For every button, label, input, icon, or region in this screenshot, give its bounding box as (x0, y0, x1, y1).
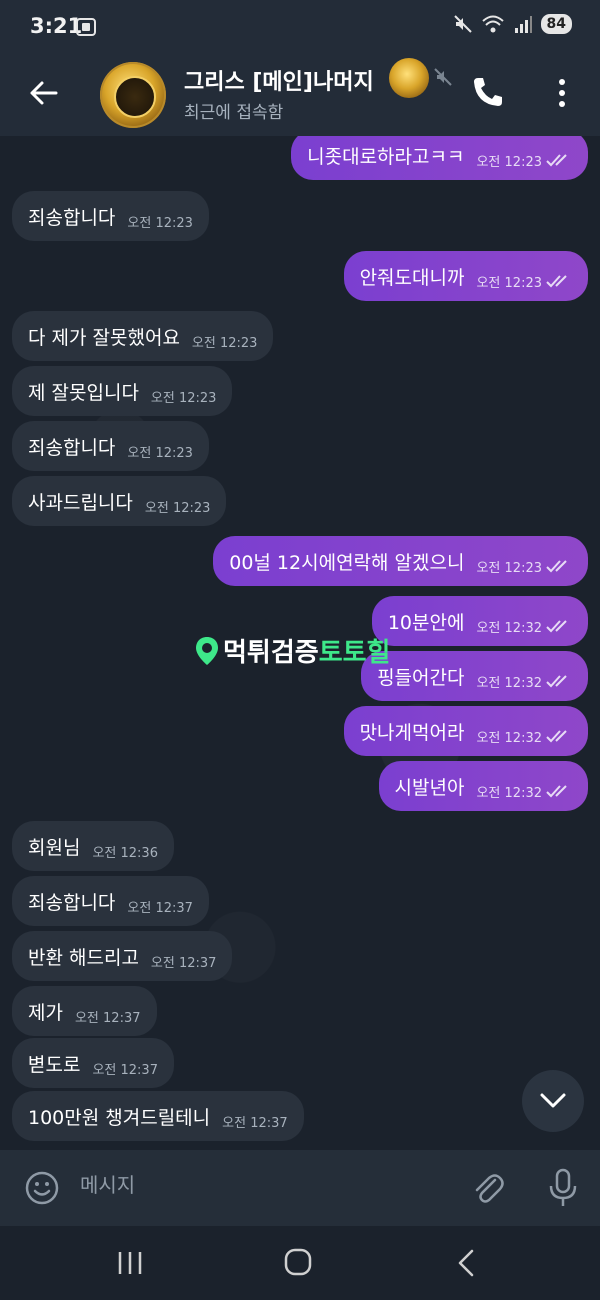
muted-chat-icon (434, 68, 452, 86)
read-receipt-icon (546, 154, 567, 167)
message-text: 10분안에 (387, 611, 465, 634)
message-input[interactable] (78, 1172, 442, 1198)
verified-badge-icon (389, 58, 429, 98)
read-receipt-icon (546, 675, 567, 688)
read-receipt-icon (546, 275, 567, 288)
outgoing-message[interactable]: 00널 12시에연락해 알겠으니 오전 12:23 (213, 536, 588, 586)
back-arrow-icon[interactable] (26, 76, 60, 110)
system-nav-bar (0, 1226, 600, 1300)
battery-indicator: 84 (540, 14, 572, 34)
chat-title[interactable]: 그리스 [메인]나머지 (184, 64, 374, 96)
message-text: 시발년아 (394, 776, 465, 799)
incoming-message[interactable]: 제가 오전 12:37 (12, 986, 157, 1036)
outgoing-message[interactable]: 니좃대로하라고ㅋㅋ 오전 12:23 (291, 136, 588, 180)
message-time: 오전 12:37 (74, 1010, 141, 1026)
message-text: 사과드립니다 (28, 491, 133, 514)
recent-apps-icon[interactable] (116, 1250, 144, 1276)
message-time: 오전 12:23 (150, 390, 217, 406)
status-bar: 3:21 84 (0, 0, 600, 56)
message-time: 오전 12:23 (476, 275, 542, 291)
message-text: 제가 (28, 1001, 63, 1024)
message-text: 회원님 (28, 836, 81, 859)
message-time: 오전 12:36 (92, 845, 158, 861)
message-time: 오전 12:32 (476, 785, 542, 801)
incoming-message[interactable]: 반환 해드리고 오전 12:37 (12, 931, 233, 981)
read-receipt-icon (546, 620, 567, 633)
incoming-message[interactable]: 사과드립니다 오전 12:23 (12, 476, 227, 526)
chat-avatar[interactable] (100, 62, 166, 128)
chat-header: 그리스 [메인]나머지 최근에 접속함 (0, 56, 600, 136)
phone-call-icon[interactable] (470, 74, 506, 110)
incoming-message[interactable]: 제 잘못입니다 오전 12:23 (12, 366, 233, 416)
signal-icon (514, 16, 532, 33)
message-text: 제 잘못입니다 (28, 381, 139, 404)
message-time: 오전 12:37 (127, 900, 193, 916)
message-text: 죄송합니다 (28, 436, 116, 459)
read-receipt-icon (546, 730, 567, 743)
message-time: 오전 12:32 (476, 730, 542, 746)
watermark-brand: 토토힐 (318, 638, 391, 668)
incoming-message[interactable]: 다 제가 잘못했어요 오전 12:23 (12, 311, 274, 361)
paperclip-icon[interactable] (470, 1170, 506, 1208)
message-text: 다 제가 잘못했어요 (28, 326, 180, 349)
message-time: 오전 12:23 (127, 445, 193, 461)
scroll-down-button[interactable] (522, 1070, 584, 1132)
wifi-icon (481, 15, 504, 33)
message-time: 오전 12:23 (144, 500, 211, 516)
incoming-message[interactable]: 볃도로 오전 12:37 (12, 1038, 174, 1088)
message-time: 오전 12:23 (127, 215, 193, 231)
watermark-text: 먹튀검증 (223, 638, 319, 668)
message-text: 안줘도대니까 (359, 266, 465, 289)
message-time: 오전 12:23 (191, 335, 258, 351)
message-text: 볃도로 (28, 1053, 81, 1076)
message-text: 니좃대로하라고ㅋㅋ (307, 145, 465, 168)
message-time: 오전 12:23 (476, 154, 542, 170)
last-seen-status: 최근에 접속함 (184, 103, 284, 123)
emoji-icon[interactable] (24, 1170, 60, 1206)
message-time: 오전 12:37 (92, 1062, 158, 1078)
status-time: 3:21 (30, 14, 83, 38)
message-text: 반환 해드리고 (28, 946, 139, 969)
message-time: 오전 12:37 (222, 1115, 288, 1131)
outgoing-message[interactable]: 핑들어간다 오전 12:32 (361, 651, 588, 701)
message-time: 오전 12:32 (476, 620, 542, 636)
location-pin-icon (196, 636, 218, 665)
message-time: 오전 12:23 (476, 560, 542, 576)
home-icon[interactable] (284, 1248, 312, 1276)
screenshot-icon (76, 18, 96, 36)
incoming-message[interactable]: 회원님 오전 12:36 (12, 821, 174, 871)
incoming-message[interactable]: 죄송합니다 오전 12:37 (12, 876, 209, 926)
message-text: 죄송합니다 (28, 891, 116, 914)
incoming-message[interactable]: 죄송합니다 오전 12:23 (12, 421, 209, 471)
chevron-down-icon (540, 1093, 566, 1108)
outgoing-message[interactable]: 맛나게먹어라 오전 12:32 (343, 706, 588, 756)
mute-status-icon (453, 15, 472, 33)
message-list[interactable]: 니좃대로하라고ㅋㅋ 오전 12:23 죄송합니다 오전 12:23 안줘도대니까 오전 1… (0, 136, 600, 1150)
message-text: 죄송합니다 (28, 206, 116, 229)
more-menu-icon[interactable] (552, 76, 572, 110)
outgoing-message[interactable]: 10분안에 오전 12:32 (371, 596, 588, 646)
message-time: 오전 12:32 (476, 675, 542, 691)
message-input-bar (0, 1150, 600, 1226)
watermark: 먹튀검증 토토힐 (195, 632, 390, 669)
message-text: 00널 12시에연락해 알겠으니 (229, 551, 465, 574)
microphone-icon[interactable] (548, 1168, 578, 1208)
message-time: 오전 12:37 (150, 955, 217, 971)
read-receipt-icon (546, 785, 567, 798)
nav-back-icon[interactable] (456, 1248, 476, 1278)
message-text: 맛나게먹어라 (359, 721, 465, 744)
message-text: 100만원 챙겨드릴테니 (28, 1106, 211, 1129)
incoming-message[interactable]: 100만원 챙겨드릴테니 오전 12:37 (12, 1091, 304, 1141)
outgoing-message[interactable]: 안줘도대니까 오전 12:23 (343, 251, 588, 301)
incoming-message[interactable]: 죄송합니다 오전 12:23 (12, 191, 209, 241)
outgoing-message[interactable]: 시발년아 오전 12:32 (378, 761, 588, 811)
read-receipt-icon (546, 560, 567, 573)
